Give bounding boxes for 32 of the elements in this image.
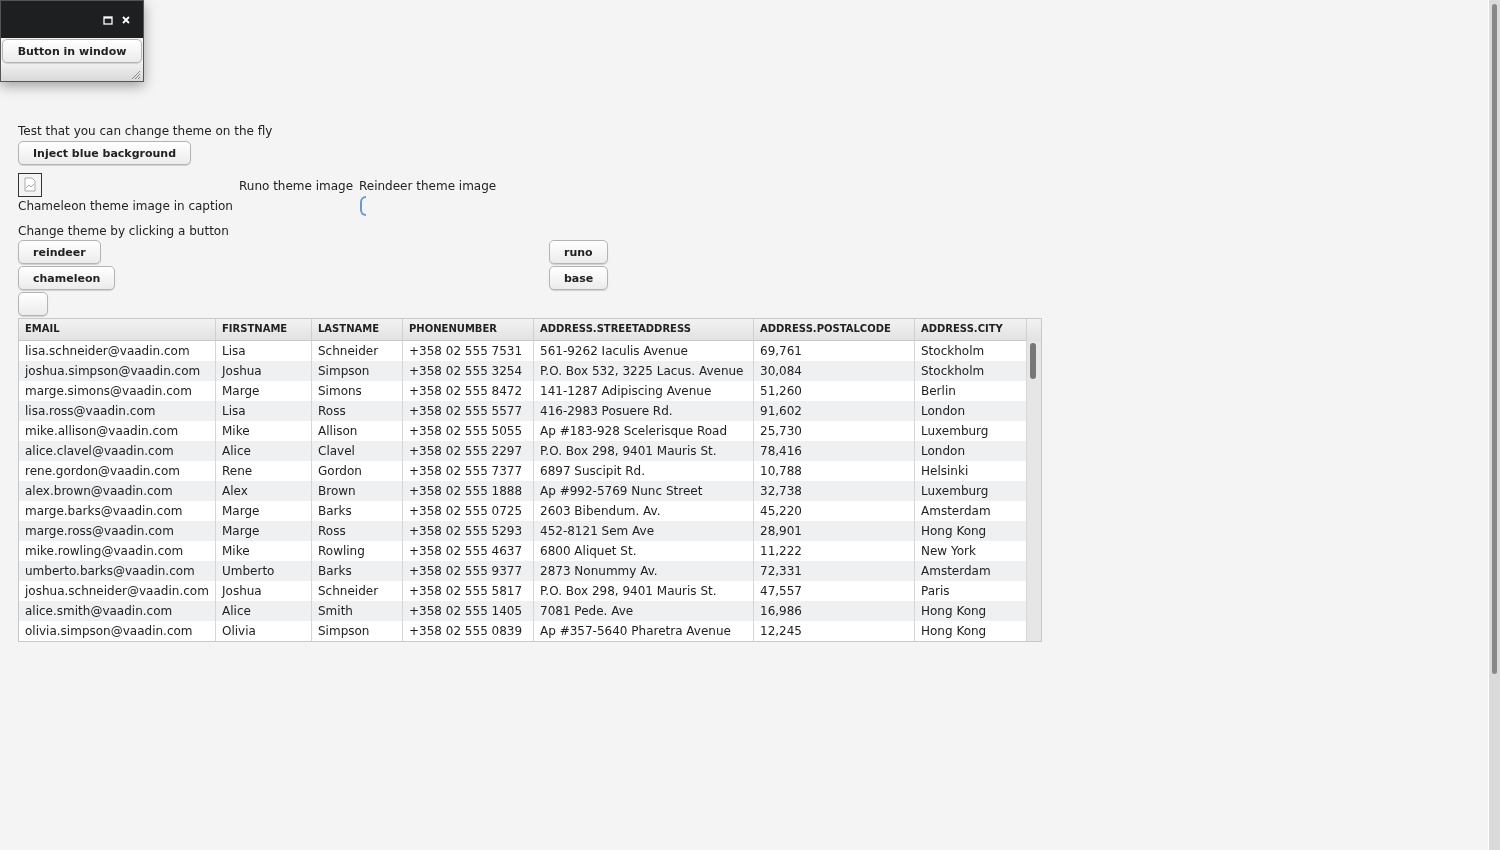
image-caption: Runo theme image — [239, 179, 355, 194]
broken-image-icon — [18, 173, 42, 197]
empty-button[interactable] — [18, 292, 48, 316]
table-cell: Olivia — [216, 621, 312, 641]
theme-button[interactable]: runo — [549, 240, 608, 264]
image-placeholder — [360, 196, 366, 216]
intro-label: Test that you can change theme on the fly — [18, 124, 273, 139]
column-header[interactable]: PHONENUMBER — [403, 319, 534, 340]
image-caption: Chameleon theme image in caption — [18, 199, 234, 214]
maximize-icon[interactable] — [103, 14, 113, 25]
close-icon[interactable] — [121, 14, 131, 25]
theme-label: Change theme by clicking a button — [18, 224, 229, 239]
header-corner — [1027, 319, 1041, 341]
theme-button[interactable]: reindeer — [18, 240, 101, 264]
column-header[interactable]: EMAIL — [19, 319, 216, 340]
column-header[interactable]: LASTNAME — [312, 319, 403, 340]
theme-button[interactable]: base — [549, 266, 609, 290]
table-cell: Simpson — [312, 621, 403, 641]
scrollbar-thumb[interactable] — [1030, 343, 1036, 379]
column-header[interactable]: ADDRESS.STREETADDRESS — [534, 319, 754, 340]
window-button[interactable]: Button in window — [2, 39, 142, 63]
table-cell: olivia.simpson@vaadin.com — [19, 621, 216, 641]
table-cell: 12,245 — [754, 621, 915, 641]
column-header[interactable]: FIRSTNAME — [216, 319, 312, 340]
page-scrollbar[interactable] — [1488, 0, 1500, 850]
column-header[interactable]: ADDRESS.POSTALCODE — [754, 319, 915, 340]
table-cell: Ap #357-5640 Pharetra Avenue — [534, 621, 754, 641]
inject-button[interactable]: Inject blue background — [18, 141, 192, 165]
image-caption: Reindeer theme image — [359, 179, 497, 194]
resize-grip-icon[interactable] — [131, 70, 141, 80]
table-cell: +358 02 555 0839 — [403, 621, 534, 641]
theme-button[interactable]: chameleon — [18, 266, 116, 290]
